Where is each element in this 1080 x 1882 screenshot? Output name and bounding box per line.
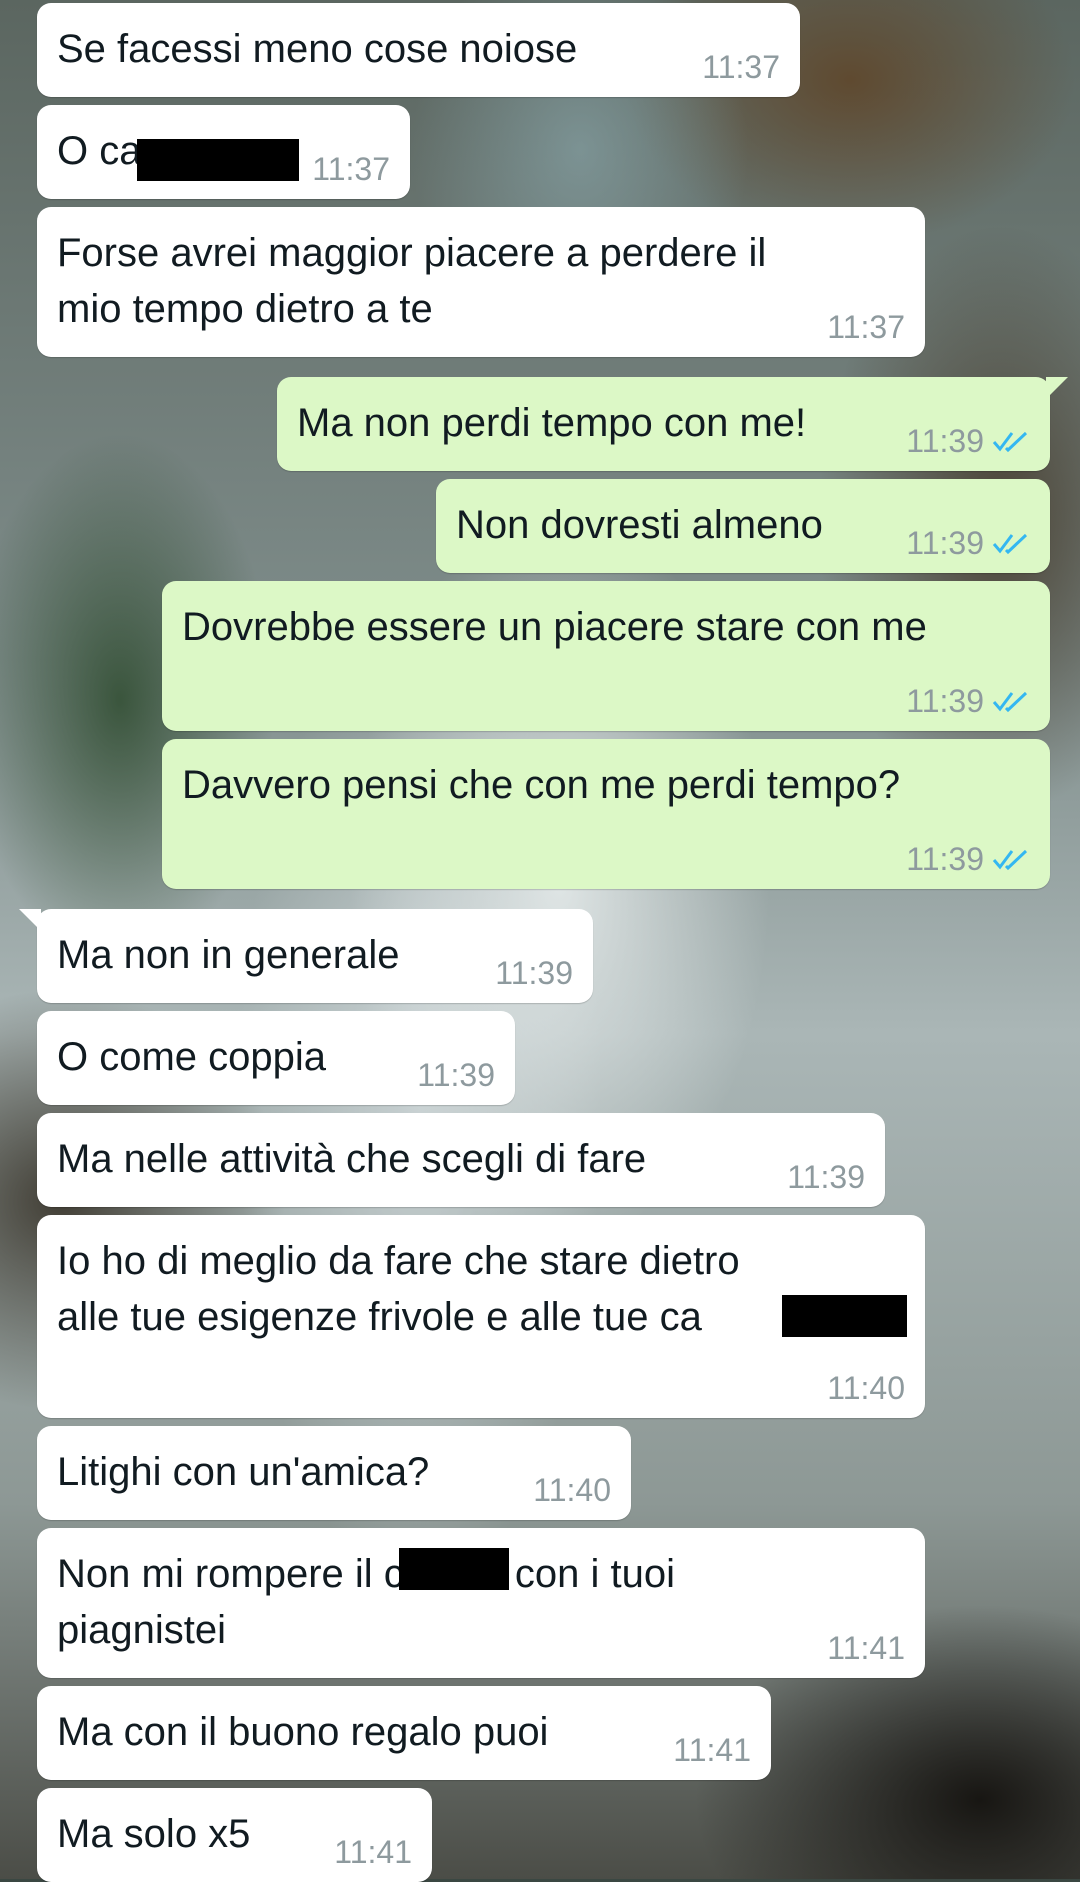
message-text: Forse avrei maggior piacere a perdere il… xyxy=(57,231,767,331)
message-meta: 11:41 xyxy=(827,1630,905,1666)
message-meta: 11:41 xyxy=(673,1732,751,1768)
message-text: Litighi con un'amica? xyxy=(57,1450,430,1494)
message-meta: 11:39 xyxy=(906,683,1030,719)
message-meta: 11:39 xyxy=(495,955,573,991)
message-time: 11:41 xyxy=(334,1834,412,1870)
message-meta: 11:40 xyxy=(827,1370,905,1406)
message-bubble-outgoing[interactable]: Ma non perdi tempo con me! 11:39 xyxy=(277,377,1068,471)
message-bubble-incoming[interactable]: Ma non in generale 11:39 xyxy=(19,909,593,1003)
message-time: 11:39 xyxy=(417,1057,495,1093)
double-check-read-icon xyxy=(992,431,1028,453)
message-bubble-incoming[interactable]: Ma solo x5 11:41 xyxy=(37,1788,432,1882)
message-time: 11:39 xyxy=(495,955,573,991)
redaction-block xyxy=(782,1295,907,1337)
double-check-read-icon xyxy=(992,691,1028,713)
message-text: Io ho di meglio da fare che stare dietro… xyxy=(57,1239,740,1339)
message-meta: 11:39 xyxy=(417,1057,495,1093)
redaction-block xyxy=(137,139,299,181)
message-time: 11:37 xyxy=(312,151,390,187)
message-meta: 11:39 xyxy=(787,1159,865,1195)
message-bubble-incoming[interactable]: Io ho di meglio da fare che stare dietro… xyxy=(37,1215,925,1418)
message-bubble-outgoing[interactable]: Dovrebbe essere un piacere stare con me … xyxy=(162,581,1050,731)
message-meta: 11:37 xyxy=(312,151,390,187)
message-time: 11:41 xyxy=(673,1732,751,1768)
message-bubble-incoming[interactable]: O come coppia 11:39 xyxy=(37,1011,515,1105)
message-bubble-outgoing[interactable]: Non dovresti almeno 11:39 xyxy=(436,479,1050,573)
message-time: 11:40 xyxy=(827,1370,905,1406)
message-time: 11:39 xyxy=(906,525,984,561)
message-time: 11:39 xyxy=(787,1159,865,1195)
message-time: 11:41 xyxy=(827,1630,905,1666)
message-meta: 11:37 xyxy=(702,49,780,85)
message-bubble-incoming[interactable]: Se facessi meno cose noiose 11:37 xyxy=(37,3,800,97)
double-check-read-icon xyxy=(992,533,1028,555)
message-bubble-incoming[interactable]: Litighi con un'amica? 11:40 xyxy=(37,1426,631,1520)
message-list[interactable]: Se facessi meno cose noiose 11:37 O ca 1… xyxy=(0,0,1080,1882)
message-bubble-incoming[interactable]: Ma nelle attività che scegli di fare 11:… xyxy=(37,1113,885,1207)
message-meta: 11:39 xyxy=(906,525,1030,561)
message-bubble-incoming[interactable]: Non mi rompere il c con i tuoi piagniste… xyxy=(37,1528,925,1678)
message-meta: 11:37 xyxy=(827,309,905,345)
message-meta: 11:41 xyxy=(334,1834,412,1870)
message-meta: 11:39 xyxy=(906,841,1030,877)
message-meta: 11:40 xyxy=(533,1472,611,1508)
message-text: Davvero pensi che con me perdi tempo? xyxy=(182,763,901,807)
message-meta: 11:39 xyxy=(906,423,1030,459)
bubble-tail xyxy=(19,909,41,931)
message-time: 11:39 xyxy=(906,841,984,877)
message-time: 11:37 xyxy=(702,49,780,85)
message-time: 11:39 xyxy=(906,683,984,719)
bubble-tail xyxy=(1046,377,1068,399)
message-bubble-incoming[interactable]: Ma con il buono regalo puoi 11:41 xyxy=(37,1686,771,1780)
double-check-read-icon xyxy=(992,849,1028,871)
redaction-block xyxy=(399,1548,509,1590)
message-bubble-outgoing[interactable]: Davvero pensi che con me perdi tempo? 11… xyxy=(162,739,1050,889)
message-time: 11:37 xyxy=(827,309,905,345)
message-bubble-incoming[interactable]: O ca 11:37 xyxy=(37,105,410,199)
message-time: 11:39 xyxy=(906,423,984,459)
message-text: Dovrebbe essere un piacere stare con me xyxy=(182,605,927,649)
message-bubble-incoming[interactable]: Forse avrei maggior piacere a perdere il… xyxy=(37,207,925,357)
message-text: Ma con il buono regalo puoi xyxy=(57,1710,549,1754)
message-text: Se facessi meno cose noiose xyxy=(57,27,578,71)
message-text: Ma nelle attività che scegli di fare xyxy=(57,1137,647,1181)
message-time: 11:40 xyxy=(533,1472,611,1508)
